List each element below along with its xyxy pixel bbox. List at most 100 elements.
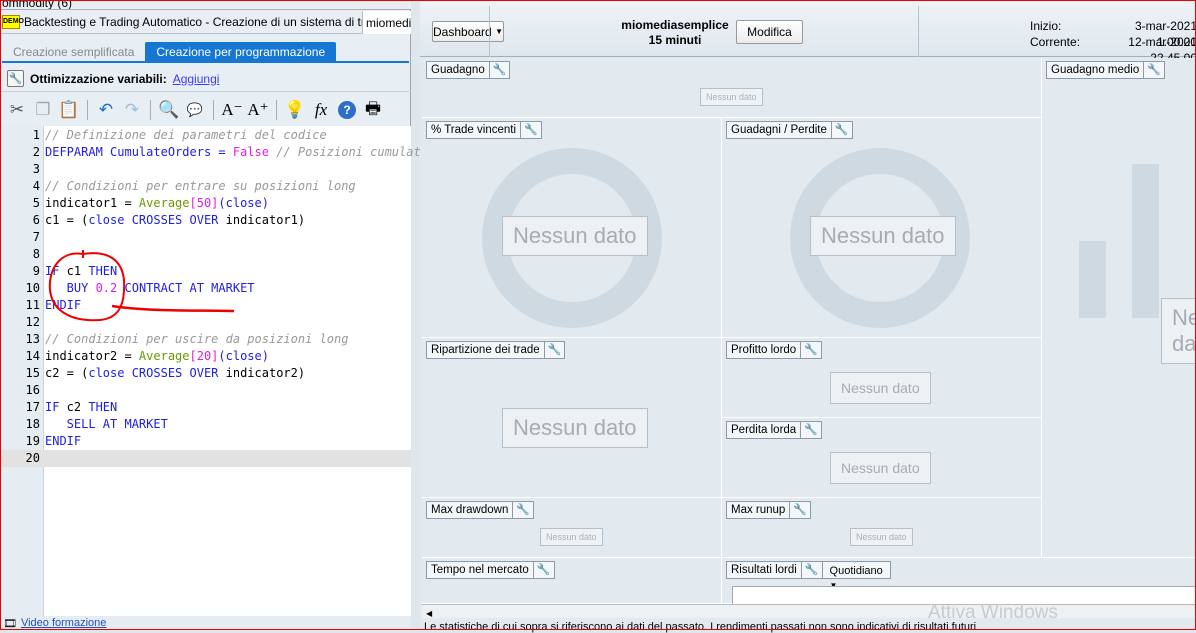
- code-token: 0.2: [95, 281, 118, 295]
- code-text: indicator2 = Average[20](close): [45, 348, 269, 365]
- wrench-icon[interactable]: 🔧: [532, 562, 554, 578]
- line-number: 8: [32, 247, 40, 261]
- code-line[interactable]: 20: [0, 450, 411, 467]
- code-line[interactable]: 15 c2 = (close CROSSES OVER indicator2): [0, 365, 411, 382]
- code-line[interactable]: 1 // Definizione dei parametri del codice: [0, 127, 411, 144]
- code-line[interactable]: 17 IF c2 THEN: [0, 399, 411, 416]
- code-token: SELL AT MARKET: [45, 417, 168, 431]
- wrench-icon[interactable]: 🔧: [1143, 62, 1164, 78]
- code-line[interactable]: 11 ENDIF: [0, 297, 411, 314]
- code-line[interactable]: 12: [0, 314, 411, 331]
- horizontal-scrollbar[interactable]: ◀: [422, 604, 1196, 618]
- line-number: 12: [25, 315, 40, 329]
- wrench-icon[interactable]: 🔧: [789, 502, 810, 518]
- line-number: 5: [32, 196, 40, 210]
- wrench-icon[interactable]: 🔧: [800, 422, 821, 438]
- code-line[interactable]: 10 BUY 0.2 CONTRACT AT MARKET: [0, 280, 411, 297]
- no-data-label: Nessun dato: [540, 528, 603, 546]
- wrench-icon[interactable]: 🔧: [830, 122, 852, 138]
- paste-icon[interactable]: 📋: [58, 99, 80, 121]
- code-token: (close): [218, 349, 269, 363]
- redo-icon[interactable]: ↷: [121, 99, 143, 121]
- print-icon[interactable]: 🖶: [362, 99, 384, 121]
- code-line[interactable]: 14 indicator2 = Average[20](close): [0, 348, 411, 365]
- code-line[interactable]: 6 c1 = (close CROSSES OVER indicator1): [0, 212, 411, 229]
- code-text: IF c2 THEN: [45, 399, 117, 416]
- video-icon: 🎞: [3, 617, 17, 630]
- current-label: Corrente:: [1030, 35, 1081, 49]
- font-increase-icon[interactable]: A⁺: [247, 99, 269, 121]
- code-text: indicator1 = Average[50](close): [45, 195, 269, 212]
- tab-miomediasemplice[interactable]: miomediasemplice: [362, 11, 411, 34]
- code-text: ENDIF: [45, 433, 81, 450]
- search-icon[interactable]: 🔍: [158, 99, 180, 121]
- panel-title: Perdita lorda 🔧: [726, 421, 822, 439]
- wrench-icon[interactable]: 🔧: [543, 342, 565, 358]
- demo-badge-icon: DEMO: [2, 15, 24, 29]
- code-line[interactable]: 3: [0, 161, 411, 178]
- help-icon[interactable]: ?: [336, 99, 358, 121]
- code-text: // Definizione dei parametri del codice: [45, 127, 327, 144]
- code-line[interactable]: 5 indicator1 = Average[50](close): [0, 195, 411, 212]
- line-number: 3: [32, 162, 40, 176]
- code-line[interactable]: 9 IF c1 THEN: [0, 263, 411, 280]
- panel-gross-results: Risultati lordi🔧Quotidiano ▼: [722, 558, 1196, 606]
- code-line[interactable]: 7: [0, 229, 411, 246]
- video-training-link[interactable]: Video formazione: [21, 617, 106, 629]
- copy-icon[interactable]: ❐: [32, 99, 54, 121]
- comment-icon[interactable]: 💬: [184, 99, 206, 121]
- panel-max-drawdown: Max drawdown 🔧 Nessun dato: [422, 498, 722, 558]
- line-number: 11: [25, 298, 40, 312]
- no-data-label: Nessun dato: [1161, 298, 1195, 364]
- wrench-icon[interactable]: 🔧: [520, 122, 541, 138]
- optimization-row: 🔧 Ottimizzazione variabili: Aggiungi: [0, 66, 411, 92]
- code-token: False: [232, 145, 269, 159]
- undo-icon[interactable]: ↶: [95, 99, 117, 121]
- code-text: DEFPARAM CumulateOrders = False // Posiz…: [45, 144, 428, 161]
- scroll-left-icon[interactable]: ◀: [422, 609, 432, 618]
- code-line[interactable]: 18 SELL AT MARKET: [0, 416, 411, 433]
- code-line[interactable]: 4 // Condizioni per entrare su posizioni …: [0, 178, 411, 195]
- add-variable-link[interactable]: Aggiungi: [173, 72, 220, 86]
- code-text: c2 = (close CROSSES OVER indicator2): [45, 365, 305, 382]
- code-line[interactable]: 2 DEFPARAM CumulateOrders = False // Posi…: [0, 144, 428, 161]
- line-number: 16: [25, 383, 40, 397]
- panel-trade-breakdown: Ripartizione dei trade 🔧 Nessun dato: [422, 338, 722, 498]
- period-dropdown[interactable]: Quotidiano ▼: [821, 562, 890, 590]
- line-number: 2: [32, 145, 40, 159]
- code-line[interactable]: 8: [0, 246, 411, 263]
- code-line[interactable]: 16: [0, 382, 411, 399]
- code-editor[interactable]: 1 // Definizione dei parametri del codice…: [0, 126, 428, 616]
- code-line[interactable]: 19 ENDIF: [0, 433, 411, 450]
- tab-programming-creation[interactable]: Creazione per programmazione: [145, 42, 337, 61]
- chevron-down-icon: ▼: [495, 27, 503, 36]
- modify-button[interactable]: Modifica: [736, 20, 803, 44]
- separator: [213, 100, 214, 120]
- function-icon[interactable]: fx: [310, 99, 332, 121]
- code-text: // Condizioni per uscire da posizioni lo…: [45, 331, 348, 348]
- dashboard-label: Dashboard: [433, 24, 492, 39]
- cut-icon[interactable]: ✂: [6, 99, 28, 121]
- line-number: 4: [32, 179, 40, 193]
- tab-simplified-creation[interactable]: Creazione semplificata: [2, 42, 145, 61]
- dashboard-header: Dashboard ▼ miomediasemplice 15 minuti M…: [420, 0, 1196, 65]
- code-text: // Condizioni per entrare su posizioni l…: [45, 178, 356, 195]
- code-line[interactable]: 13 // Condizioni per uscire da posizioni …: [0, 331, 411, 348]
- window-title: Backtesting e Trading Automatico - Creaz…: [24, 15, 395, 29]
- title-bar: DEMO Backtesting e Trading Automatico - …: [0, 11, 411, 34]
- footer-bar: 🎞 Video formazione: [0, 616, 411, 630]
- wrench-icon[interactable]: 🔧: [800, 562, 822, 578]
- wrench-icon[interactable]: 🔧: [7, 70, 24, 87]
- no-data-label: Nessun dato: [502, 408, 648, 448]
- panel-title: Max drawdown 🔧: [426, 501, 535, 519]
- dashboard-dropdown[interactable]: Dashboard ▼: [432, 21, 504, 42]
- font-decrease-icon[interactable]: A⁻: [221, 99, 243, 121]
- code-text: c1 = (close CROSSES OVER indicator1): [45, 212, 305, 229]
- wrench-icon[interactable]: 🔧: [488, 62, 510, 78]
- panel-gross-loss: Perdita lorda 🔧 Nessun dato: [722, 418, 1042, 498]
- wrench-icon[interactable]: 🔧: [512, 502, 533, 518]
- lightbulb-icon[interactable]: 💡: [284, 99, 306, 121]
- code-token: c2: [59, 400, 89, 414]
- wrench-icon[interactable]: 🔧: [800, 342, 821, 358]
- panel-max-runup: Max runup 🔧 Nessun dato: [722, 498, 1042, 558]
